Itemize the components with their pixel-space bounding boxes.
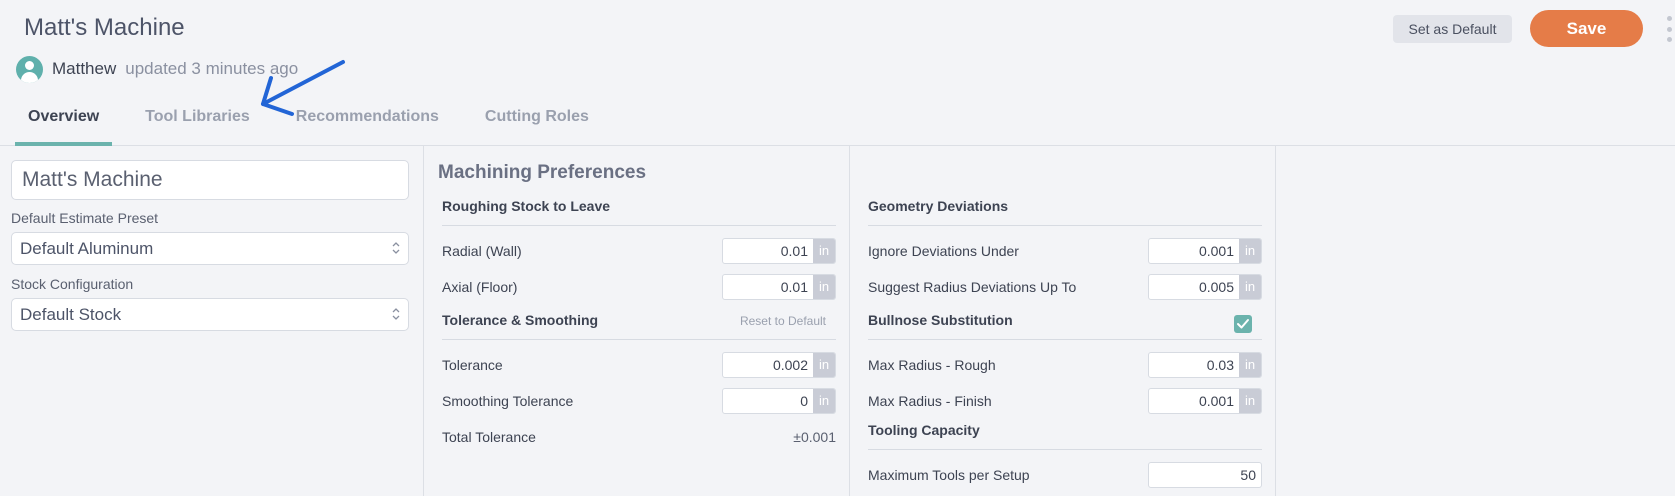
total-tolerance-value: ±0.001 — [793, 429, 836, 445]
annotation-arrow-icon — [261, 60, 345, 116]
max-radius-rough-label: Max Radius - Rough — [868, 357, 996, 373]
max-radius-rough-value: 0.03 — [1206, 357, 1234, 373]
max-radius-finish-input[interactable]: 0.001 in — [1148, 388, 1262, 414]
group-title: Tolerance & Smoothing — [442, 312, 599, 328]
preset-value: Default Aluminum — [20, 239, 154, 258]
max-radius-rough-input[interactable]: 0.03 in — [1148, 352, 1262, 378]
group-tolerance: Tolerance & Smoothing Reset to Default — [442, 312, 836, 340]
ignore-deviations-row: Ignore Deviations Under 0.001 in — [868, 238, 1262, 264]
geometry-panel: Geometry Deviations Ignore Deviations Un… — [850, 146, 1276, 496]
avatar-icon — [16, 55, 43, 83]
suggest-radius-label: Suggest Radius Deviations Up To — [868, 279, 1077, 295]
machine-settings-panel: Matt's Machine Default Estimate Preset D… — [0, 146, 424, 496]
max-tools-value: 50 — [1240, 467, 1256, 483]
preset-label: Default Estimate Preset — [11, 210, 159, 226]
max-radius-finish-value: 0.001 — [1198, 393, 1234, 409]
machine-name-input[interactable]: Matt's Machine — [11, 160, 409, 200]
group-geometry: Geometry Deviations — [868, 198, 1262, 226]
group-title: Tooling Capacity — [868, 422, 980, 438]
unit-label: in — [813, 389, 835, 413]
radial-label: Radial (Wall) — [442, 243, 522, 259]
stock-value: Default Stock — [20, 305, 122, 324]
axial-value: 0.01 — [780, 279, 808, 295]
suggest-radius-row: Suggest Radius Deviations Up To 0.005 in — [868, 274, 1262, 300]
tolerance-input[interactable]: 0.002 in — [722, 352, 836, 378]
bullnose-checkbox[interactable] — [1234, 315, 1252, 333]
page-header: Matt's Machine Matthew updated 3 minutes… — [0, 0, 1675, 146]
unit-label: in — [813, 353, 835, 377]
tab-overview[interactable]: Overview — [15, 104, 113, 146]
max-radius-finish-row: Max Radius - Finish 0.001 in — [868, 388, 1262, 414]
stock-select[interactable]: Default Stock — [11, 298, 409, 331]
select-chevron-icon — [392, 308, 400, 320]
group-roughing: Roughing Stock to Leave — [442, 198, 836, 226]
section-title: Machining Preferences — [438, 162, 647, 183]
tab-cutting-roles[interactable]: Cutting Roles — [472, 104, 602, 146]
reset-to-default-link[interactable]: Reset to Default — [740, 314, 826, 328]
axial-row: Axial (Floor) 0.01 in — [442, 274, 836, 300]
updated-by: Matthew — [52, 59, 117, 78]
group-tooling: Tooling Capacity — [868, 422, 1262, 450]
radial-row: Radial (Wall) 0.01 in — [442, 238, 836, 264]
ignore-deviations-label: Ignore Deviations Under — [868, 243, 1019, 259]
group-title: Geometry Deviations — [868, 198, 1009, 214]
unit-label: in — [1239, 353, 1261, 377]
suggest-radius-value: 0.005 — [1198, 279, 1234, 295]
ignore-deviations-input[interactable]: 0.001 in — [1148, 238, 1262, 264]
page-title: Matt's Machine — [24, 14, 185, 41]
machining-preferences-panel: Machining Preferences Roughing Stock to … — [424, 146, 850, 496]
unit-label: in — [813, 239, 835, 263]
group-title: Bullnose Substitution — [868, 312, 1013, 328]
save-button[interactable]: Save — [1530, 10, 1643, 47]
set-as-default-button[interactable]: Set as Default — [1393, 15, 1512, 43]
preset-select[interactable]: Default Aluminum — [11, 232, 409, 265]
axial-label: Axial (Floor) — [442, 279, 518, 295]
tolerance-value: 0.002 — [772, 357, 808, 373]
max-tools-input[interactable]: 50 — [1148, 462, 1262, 488]
axial-input[interactable]: 0.01 in — [722, 274, 836, 300]
max-tools-row: Maximum Tools per Setup 50 — [868, 462, 1262, 488]
max-tools-label: Maximum Tools per Setup — [868, 467, 1030, 483]
machine-name-value: Matt's Machine — [22, 168, 163, 191]
smoothing-value: 0 — [800, 393, 808, 409]
group-title: Roughing Stock to Leave — [442, 198, 611, 214]
radial-input[interactable]: 0.01 in — [722, 238, 836, 264]
unit-label: in — [1239, 275, 1261, 299]
tolerance-row: Tolerance 0.002 in — [442, 352, 836, 378]
select-chevron-icon — [392, 242, 400, 254]
total-tolerance-label: Total Tolerance — [442, 429, 536, 445]
smoothing-input[interactable]: 0 in — [722, 388, 836, 414]
unit-label: in — [813, 275, 835, 299]
max-radius-finish-label: Max Radius - Finish — [868, 393, 992, 409]
smoothing-row: Smoothing Tolerance 0 in — [442, 388, 836, 414]
group-bullnose: Bullnose Substitution — [868, 312, 1262, 340]
tolerance-label: Tolerance — [442, 357, 503, 373]
smoothing-label: Smoothing Tolerance — [442, 393, 574, 409]
tab-tool-libraries[interactable]: Tool Libraries — [132, 104, 263, 146]
max-radius-rough-row: Max Radius - Rough 0.03 in — [868, 352, 1262, 378]
unit-label: in — [1239, 239, 1261, 263]
check-icon — [1237, 319, 1249, 329]
suggest-radius-input[interactable]: 0.005 in — [1148, 274, 1262, 300]
total-tolerance-row: Total Tolerance ±0.001 — [442, 424, 836, 450]
radial-value: 0.01 — [780, 243, 808, 259]
unit-label: in — [1239, 389, 1261, 413]
stock-label: Stock Configuration — [11, 276, 134, 292]
ignore-deviations-value: 0.001 — [1198, 243, 1234, 259]
more-options-icon[interactable] — [1663, 16, 1675, 42]
